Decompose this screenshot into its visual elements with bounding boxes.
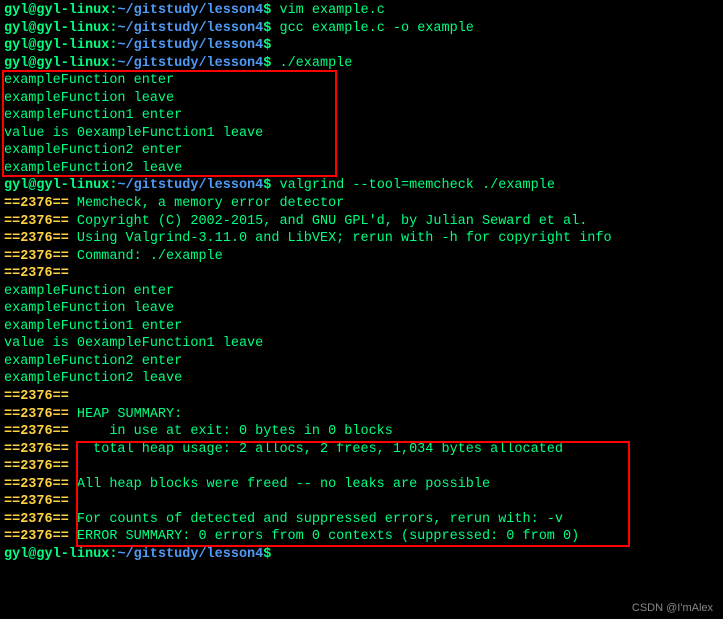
valgrind-error-summary: ==2376== ERROR SUMMARY: 0 errors from 0 … — [4, 528, 719, 546]
output-line: exampleFunction leave — [4, 300, 719, 318]
command-vim[interactable]: vim example.c — [271, 3, 384, 18]
output-line: exampleFunction2 leave — [4, 370, 719, 388]
valgrind-line: ==2376== Copyright (C) 2002-2015, and GN… — [4, 213, 719, 231]
command-valgrind[interactable]: valgrind --tool=memcheck ./example — [271, 178, 555, 193]
valgrind-line: ==2376== Memcheck, a memory error detect… — [4, 195, 719, 213]
prompt-line-4: gyl@gyl-linux:~/gitstudy/lesson4$ ./exam… — [4, 55, 719, 73]
output-line: exampleFunction enter — [4, 283, 719, 301]
output-line: value is 0exampleFunction1 leave — [4, 335, 719, 353]
watermark: CSDN @I'mAlex — [632, 601, 713, 615]
output-line: exampleFunction leave — [4, 90, 719, 108]
prompt-line-1: gyl@gyl-linux:~/gitstudy/lesson4$ vim ex… — [4, 2, 719, 20]
valgrind-line: ==2376== Command: ./example — [4, 248, 719, 266]
output-line: value is 0exampleFunction1 leave — [4, 125, 719, 143]
command-gcc[interactable]: gcc example.c -o example — [271, 21, 474, 36]
output-line: exampleFunction2 enter — [4, 353, 719, 371]
valgrind-line: ==2376== — [4, 388, 719, 406]
command-run[interactable]: ./example — [271, 56, 352, 71]
valgrind-line: ==2376== Using Valgrind-3.11.0 and LibVE… — [4, 230, 719, 248]
output-line: exampleFunction2 leave — [4, 160, 719, 178]
valgrind-heap-total: ==2376== total heap usage: 2 allocs, 2 f… — [4, 441, 719, 459]
valgrind-freed: ==2376== All heap blocks were freed -- n… — [4, 476, 719, 494]
prompt-line-6: gyl@gyl-linux:~/gitstudy/lesson4$ — [4, 546, 719, 564]
output-line: exampleFunction enter — [4, 72, 719, 90]
prompt-line-2: gyl@gyl-linux:~/gitstudy/lesson4$ gcc ex… — [4, 20, 719, 38]
valgrind-line: ==2376== — [4, 493, 719, 511]
valgrind-line: ==2376== — [4, 458, 719, 476]
prompt-line-3: gyl@gyl-linux:~/gitstudy/lesson4$ — [4, 37, 719, 55]
output-line: exampleFunction2 enter — [4, 142, 719, 160]
output-line: exampleFunction1 enter — [4, 107, 719, 125]
valgrind-line: ==2376== — [4, 265, 719, 283]
valgrind-heap-summary: ==2376== HEAP SUMMARY: — [4, 406, 719, 424]
prompt-path: ~/gitstudy/lesson4 — [117, 3, 263, 18]
valgrind-heap-inuse: ==2376== in use at exit: 0 bytes in 0 bl… — [4, 423, 719, 441]
output-line: exampleFunction1 enter — [4, 318, 719, 336]
valgrind-counts: ==2376== For counts of detected and supp… — [4, 511, 719, 529]
prompt-user: gyl@gyl-linux — [4, 3, 109, 18]
prompt-line-5: gyl@gyl-linux:~/gitstudy/lesson4$ valgri… — [4, 177, 719, 195]
